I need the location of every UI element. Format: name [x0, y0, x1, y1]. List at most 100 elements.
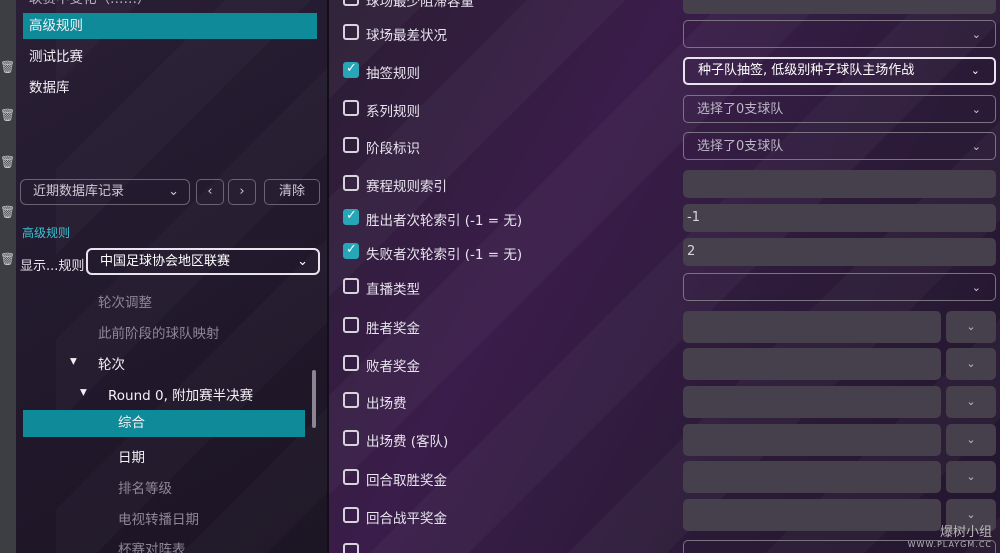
rule-select-value: 选择了0支球队	[697, 139, 784, 154]
currency-dropdown[interactable]: ⌄	[946, 424, 996, 456]
watermark-url: WWW.PLAYGM.CC	[907, 540, 992, 549]
rule-select[interactable]: 选择了0支球队 ⌄	[683, 132, 996, 160]
tree-item-round-adjust[interactable]: 轮次调整	[98, 291, 152, 311]
rule-label: 抽签规则	[366, 66, 420, 82]
tree-item-round-0[interactable]: Round 0, 附加赛半决赛	[108, 384, 253, 404]
rule-checkbox[interactable]	[343, 430, 359, 446]
chevron-left-icon: ‹	[207, 184, 213, 199]
tree-item-ranking[interactable]: 排名等级	[118, 477, 172, 497]
loser-next-round-field[interactable]: 2	[683, 238, 996, 266]
rule-checkbox[interactable]	[343, 242, 359, 259]
money-field[interactable]	[683, 499, 941, 531]
chevron-down-icon: ⌄	[966, 470, 976, 483]
watermark: 爆树小组 WWW.PLAYGM.CC	[908, 521, 992, 549]
money-field[interactable]	[683, 311, 941, 343]
sidebar: 联赛中变化（……） 高级规则 测试比赛 数据库 近期数据库记录 ⌄ ‹ › 清除…	[16, 0, 327, 553]
history-dropdown-label: 近期数据库记录	[33, 184, 125, 199]
rule-checkbox[interactable]	[343, 137, 359, 153]
watermark-brand: 爆树小组	[939, 525, 992, 540]
rule-label: 回合战平奖金	[366, 511, 447, 527]
tree-item-cup-bracket[interactable]: 杯赛对阵表	[118, 538, 186, 553]
tree-expander[interactable]: ▾	[70, 353, 77, 369]
sidebar-item-database[interactable]: 数据库	[23, 75, 317, 101]
show-rules-value: 中国足球协会地区联赛	[100, 254, 231, 269]
trash-icon[interactable]: 🗑	[0, 108, 15, 122]
rule-label: 阶段标识	[366, 141, 420, 157]
chevron-down-icon: ⌄	[971, 140, 981, 153]
show-rules-select[interactable]: 中国足球协会地区联赛 ⌄	[86, 248, 320, 275]
currency-dropdown[interactable]: ⌄	[946, 348, 996, 380]
rule-select[interactable]: 选择了0支球队 ⌄	[683, 95, 996, 123]
money-field[interactable]	[683, 386, 941, 418]
draw-rule-select[interactable]: 种子队抽签, 低级别种子球队主场作战 ⌄	[683, 57, 996, 85]
chevron-down-icon: ⌄	[971, 103, 981, 116]
rule-label: 直播类型	[366, 282, 420, 298]
tree-item-date[interactable]: 日期	[118, 446, 145, 466]
money-field[interactable]	[683, 424, 941, 456]
rule-field[interactable]	[683, 170, 996, 198]
trash-icon[interactable]: 🗑	[0, 60, 15, 74]
sidebar-item-test-match[interactable]: 测试比赛	[23, 44, 317, 70]
chevron-down-icon: ⌄	[971, 28, 981, 41]
rule-label: 胜出者次轮索引 (-1 = 无)	[366, 213, 523, 229]
history-dropdown[interactable]: 近期数据库记录 ⌄	[20, 179, 190, 205]
rule-label: 赛程规则索引	[366, 179, 447, 195]
forward-button[interactable]: ›	[228, 179, 256, 205]
rule-label: 出场费	[366, 396, 407, 412]
rule-checkbox[interactable]	[343, 175, 359, 191]
trash-icon[interactable]: 🗑	[0, 252, 15, 266]
rule-checkbox[interactable]	[343, 0, 359, 6]
sidebar-item-advanced-rules[interactable]: 高级规则	[23, 13, 317, 39]
tree-item-team-mapping[interactable]: 此前阶段的球队映射	[98, 322, 220, 342]
rule-checkbox[interactable]	[343, 61, 359, 78]
chevron-down-icon: ⌄	[966, 395, 976, 408]
rule-checkbox[interactable]	[343, 543, 359, 553]
chevron-down-icon: ⌄	[168, 184, 179, 199]
rules-panel: 球场最少阻滞容量 球场最差状况 ⌄ 抽签规则 种子队抽签, 低级别种子球队主场作…	[329, 0, 1000, 553]
back-button[interactable]: ‹	[196, 179, 224, 205]
rule-select-value: 种子队抽签, 低级别种子球队主场作战	[698, 63, 915, 78]
rule-select[interactable]: ⌄	[683, 273, 996, 301]
rule-select-value: 选择了0支球队	[697, 102, 784, 117]
left-edge-toolbar: 🗑 🗑 🗑 🗑 🗑	[0, 0, 16, 553]
rule-checkbox[interactable]	[343, 24, 359, 40]
currency-dropdown[interactable]: ⌄	[946, 386, 996, 418]
rule-label: 失败者次轮索引 (-1 = 无)	[366, 247, 523, 263]
tree-item-general[interactable]: 综合	[23, 410, 305, 437]
tree-scrollbar[interactable]	[312, 370, 316, 428]
rule-checkbox[interactable]	[343, 469, 359, 485]
chevron-down-icon: ⌄	[970, 64, 980, 77]
rule-checkbox[interactable]	[343, 355, 359, 371]
tree-expander[interactable]: ▾	[80, 384, 87, 400]
rule-label: 出场费 (客队)	[366, 434, 449, 450]
rule-label: 球场最差状况	[366, 28, 447, 44]
rule-checkbox[interactable]	[343, 392, 359, 408]
money-field[interactable]	[683, 461, 941, 493]
winner-next-round-field[interactable]: -1	[683, 204, 996, 232]
rule-label: 球场最少阻滞容量	[366, 0, 474, 10]
rule-label: 败者奖金	[366, 359, 420, 375]
chevron-down-icon: ⌄	[966, 357, 976, 370]
rule-label: 回合取胜奖金	[366, 473, 447, 489]
trash-icon[interactable]: 🗑	[0, 205, 15, 219]
currency-dropdown[interactable]: ⌄	[946, 311, 996, 343]
chevron-right-icon: ›	[239, 184, 245, 199]
sidebar-item-cut[interactable]: 联赛中变化（……）	[23, 0, 317, 12]
rule-select[interactable]: ⌄	[683, 20, 996, 48]
rule-checkbox[interactable]	[343, 317, 359, 333]
chevron-down-icon: ⌄	[971, 281, 981, 294]
money-field[interactable]	[683, 348, 941, 380]
tree-item-tv-dates[interactable]: 电视转播日期	[118, 508, 199, 528]
chevron-down-icon: ⌄	[966, 320, 976, 333]
clear-button[interactable]: 清除	[264, 179, 320, 205]
currency-dropdown[interactable]: ⌄	[946, 461, 996, 493]
show-rules-label: 显示...规则	[20, 259, 85, 274]
rule-checkbox[interactable]	[343, 100, 359, 116]
rule-field[interactable]	[683, 0, 996, 14]
rule-checkbox[interactable]	[343, 507, 359, 523]
rule-checkbox[interactable]	[343, 278, 359, 294]
section-label: 高级规则	[22, 226, 71, 240]
rule-checkbox[interactable]	[343, 208, 359, 225]
tree-item-rounds[interactable]: 轮次	[98, 353, 125, 373]
trash-icon[interactable]: 🗑	[0, 155, 15, 169]
